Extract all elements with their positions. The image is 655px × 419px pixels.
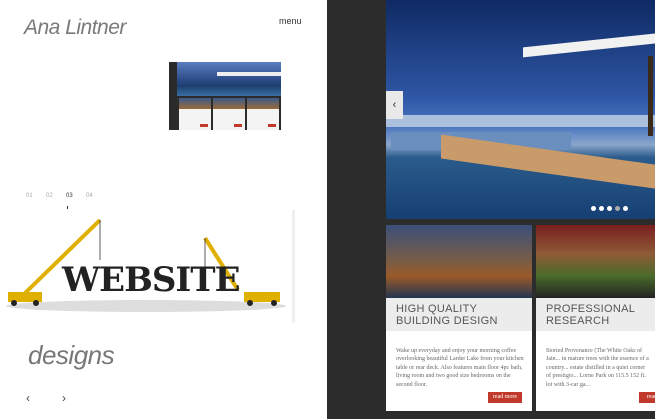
card-image	[386, 225, 532, 298]
website-word: WEBSITE	[62, 260, 241, 300]
slide-pager: 01 02 03 04	[26, 193, 106, 199]
prev-arrow-icon[interactable]: ‹	[26, 391, 30, 405]
pager-item-03[interactable]: 03	[66, 193, 86, 199]
next-arrow-icon[interactable]: ›	[62, 391, 66, 405]
pager-item-04[interactable]: 04	[86, 193, 106, 199]
menu-button[interactable]: menu	[279, 16, 302, 26]
thumbnail-hero-image	[177, 62, 281, 96]
pager-active-marker	[67, 206, 68, 209]
pager-item-01[interactable]: 01	[26, 193, 46, 199]
slide-dot[interactable]	[607, 206, 612, 211]
slide-dots	[591, 206, 628, 211]
card-text: Storied Provenance (The White Oaks of Ja…	[546, 348, 649, 388]
card-image	[536, 225, 655, 298]
card-title: HIGH QUALITY BUILDING DESIGN	[396, 303, 498, 327]
card-title: PROFESSIONAL RESEARCH	[546, 303, 636, 327]
pager-item-02[interactable]: 02	[46, 193, 66, 199]
thumbnail-cards	[179, 98, 279, 130]
slide-dot[interactable]	[591, 206, 596, 211]
preview-thumbnail[interactable]	[169, 62, 281, 130]
website-construction-image: WEBSITE	[0, 210, 295, 323]
card-building-design: HIGH QUALITY BUILDING DESIGN Wake up eve…	[386, 225, 532, 411]
slide-dot-active[interactable]	[615, 206, 620, 211]
slide-dot[interactable]	[623, 206, 628, 211]
slide-dot[interactable]	[599, 206, 604, 211]
feature-caption: designs	[28, 340, 115, 370]
card-research: PROFESSIONAL RESEARCH Storied Provenance…	[536, 225, 655, 411]
hero-slide-image	[386, 0, 655, 219]
left-panel: Ana Lintner menu 01 02 03 04 WEBSITE des…	[0, 0, 327, 419]
showcase-panel: ‹ HIGH QUALITY BUILDING DESIGN Wake up e…	[327, 0, 655, 419]
read-more-button[interactable]: read	[639, 392, 655, 403]
card-text: Wake up everyday and enjoy your morning …	[396, 348, 524, 388]
brand-name[interactable]: Ana Lintner	[24, 16, 126, 40]
hero-prev-button[interactable]: ‹	[386, 91, 403, 119]
read-more-button[interactable]: read more	[488, 392, 522, 403]
